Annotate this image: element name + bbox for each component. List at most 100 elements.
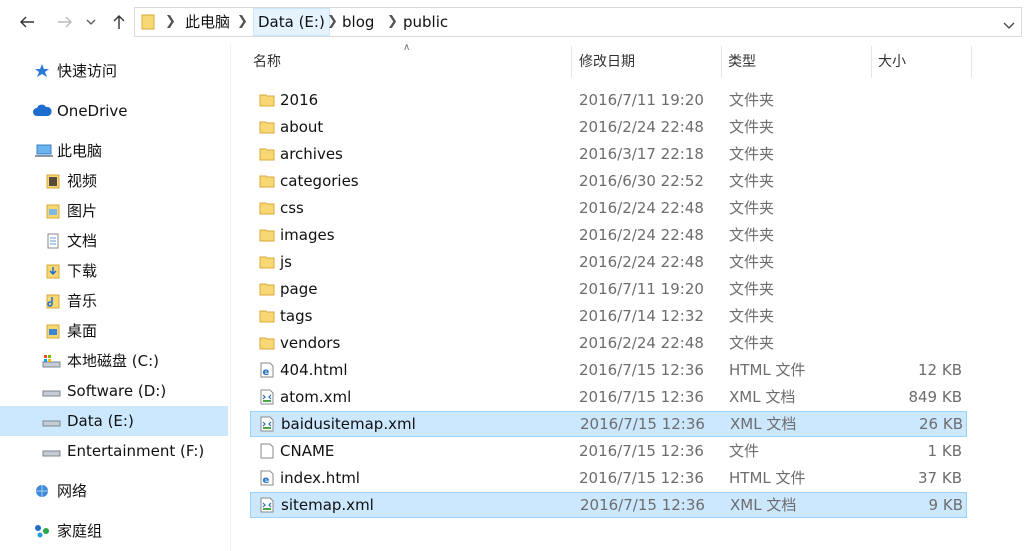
file-row[interactable]: e 404.html 2016/7/15 12:36 HTML 文件 12 KB (250, 357, 967, 383)
nav-item-drive-e[interactable]: Data (E:) (0, 406, 228, 436)
folder-row[interactable]: categories 2016/6/30 22:52 文件夹 (250, 168, 967, 194)
file-modified-date: 2016/7/15 12:36 (579, 469, 704, 487)
nav-item-videos[interactable]: 视频 (0, 166, 228, 196)
nav-item-label: OneDrive (57, 102, 128, 120)
nav-item-music[interactable]: 音乐 (0, 286, 228, 316)
file-size (870, 249, 962, 275)
breadcrumb-separator[interactable]: ❯ (327, 8, 338, 36)
file-modified-date: 2016/2/24 22:48 (579, 334, 704, 352)
file-type: HTML 文件 (729, 469, 806, 487)
back-button[interactable] (16, 10, 38, 34)
column-divider[interactable] (721, 46, 722, 78)
file-name: page (280, 280, 318, 298)
file-size (870, 141, 962, 167)
file-size (870, 87, 962, 113)
desktop-folder-icon (46, 324, 60, 339)
file-name: css (280, 199, 304, 217)
address-bar[interactable]: ❯ 此电脑 ❯ Data (E:) ❯ blog ❯ public (134, 7, 1022, 37)
folder-row[interactable]: vendors 2016/2/24 22:48 文件夹 (250, 330, 967, 356)
nav-item-pictures[interactable]: 图片 (0, 196, 228, 226)
nav-item-label: Entertainment (F:) (67, 442, 205, 460)
file-row[interactable]: atom.xml 2016/7/15 12:36 XML 文档 849 KB (250, 384, 967, 410)
up-button[interactable] (108, 10, 130, 34)
nav-item-homegroup[interactable]: 家庭组 (0, 516, 228, 546)
file-modified-date: 2016/2/24 22:48 (579, 226, 704, 244)
file-name: atom.xml (280, 388, 352, 406)
file-modified-date: 2016/7/15 12:36 (580, 496, 705, 514)
documents-folder-icon (47, 233, 59, 249)
column-header-size[interactable]: 大小 (878, 44, 906, 78)
file-modified-date: 2016/7/15 12:36 (579, 361, 704, 379)
breadcrumb-blog[interactable]: blog (342, 8, 374, 36)
nav-item-desktop[interactable]: 桌面 (0, 316, 228, 346)
file-type: 文件夹 (729, 307, 775, 325)
nav-item-onedrive[interactable]: OneDrive (0, 96, 228, 126)
folder-row[interactable]: archives 2016/3/17 22:18 文件夹 (250, 141, 967, 167)
folder-row[interactable]: images 2016/2/24 22:48 文件夹 (250, 222, 967, 248)
breadcrumb-separator[interactable]: ❯ (165, 8, 176, 36)
folder-row[interactable]: page 2016/7/11 19:20 文件夹 (250, 276, 967, 302)
nav-item-downloads[interactable]: 下载 (0, 256, 228, 286)
folder-icon (259, 283, 275, 296)
file-modified-date: 2016/7/11 19:20 (579, 280, 704, 298)
star-icon (35, 64, 49, 77)
file-row[interactable]: baidusitemap.xml 2016/7/15 12:36 XML 文档 26 … (250, 411, 967, 437)
file-name: baidusitemap.xml (281, 415, 416, 433)
file-type: 文件夹 (729, 145, 775, 163)
folder-row[interactable]: tags 2016/7/14 12:32 文件夹 (250, 303, 967, 329)
xml-file-icon (260, 497, 274, 513)
file-row[interactable]: sitemap.xml 2016/7/15 12:36 XML 文档 9 KB (250, 492, 967, 518)
file-row[interactable]: CNAME 2016/7/15 12:36 文件 1 KB (250, 438, 967, 464)
nav-item-documents[interactable]: 文档 (0, 226, 228, 256)
arrow-right-icon (58, 16, 72, 28)
folder-row[interactable]: js 2016/2/24 22:48 文件夹 (250, 249, 967, 275)
video-folder-icon (46, 174, 60, 189)
nav-item-label: 下载 (67, 262, 98, 280)
folder-icon (259, 229, 275, 242)
nav-item-network[interactable]: 网络 (0, 476, 228, 506)
breadcrumb-separator[interactable]: ❯ (237, 8, 248, 36)
nav-item-label: 音乐 (67, 292, 98, 310)
file-row[interactable]: e index.html 2016/7/15 12:36 HTML 文件 37 KB (250, 465, 967, 491)
file-modified-date: 2016/2/24 22:48 (579, 118, 704, 136)
forward-button[interactable] (54, 10, 76, 34)
svg-text:e: e (263, 367, 270, 378)
file-modified-date: 2016/7/15 12:36 (580, 415, 705, 433)
file-type: 文件夹 (729, 226, 775, 244)
file-type: XML 文档 (730, 496, 797, 514)
breadcrumb-separator[interactable]: ❯ (387, 8, 398, 36)
column-header-date[interactable]: 修改日期 (579, 44, 635, 78)
nav-item-quick-access[interactable]: 快速访问 (0, 56, 228, 86)
folder-row[interactable]: about 2016/2/24 22:48 文件夹 (250, 114, 967, 140)
svg-text:e: e (263, 475, 270, 486)
breadcrumb-data-drive[interactable]: Data (E:) (253, 8, 330, 36)
nav-item-drive-d[interactable]: Software (D:) (0, 376, 228, 406)
nav-item-label: 家庭组 (57, 522, 103, 540)
folder-row[interactable]: 2016 2016/7/11 19:20 文件夹 (250, 87, 967, 113)
nav-item-drive-f[interactable]: Entertainment (F:) (0, 436, 228, 466)
column-divider[interactable] (871, 46, 872, 78)
file-type: 文件夹 (729, 253, 775, 271)
file-list: 名称 ∧ 修改日期 类型 大小 2016 2016/7/11 19:20 文件夹 ab… (231, 42, 1031, 551)
file-modified-date: 2016/7/15 12:36 (579, 388, 704, 406)
file-type: 文件夹 (729, 334, 775, 352)
nav-item-label: 视频 (67, 172, 98, 190)
nav-item-label: Software (D:) (67, 382, 167, 400)
breadcrumb-this-pc[interactable]: 此电脑 (185, 8, 230, 36)
address-history-button[interactable] (1003, 16, 1015, 34)
column-divider[interactable] (971, 46, 972, 78)
drive-icon (42, 450, 61, 457)
column-header-type[interactable]: 类型 (728, 44, 756, 78)
column-header-name[interactable]: 名称 (253, 44, 281, 78)
column-divider[interactable] (571, 46, 572, 78)
folder-icon (259, 337, 275, 350)
nav-item-this-pc[interactable]: 此电脑 (0, 136, 228, 166)
recent-locations-button[interactable] (84, 10, 98, 34)
file-name: vendors (280, 334, 341, 352)
nav-item-label: 本地磁盘 (C:) (67, 352, 159, 370)
file-size: 12 KB (918, 361, 962, 379)
breadcrumb-public[interactable]: public (403, 8, 448, 36)
nav-item-drive-c[interactable]: 本地磁盘 (C:) (0, 346, 228, 376)
folder-row[interactable]: css 2016/2/24 22:48 文件夹 (250, 195, 967, 221)
cloud-icon (33, 104, 52, 116)
